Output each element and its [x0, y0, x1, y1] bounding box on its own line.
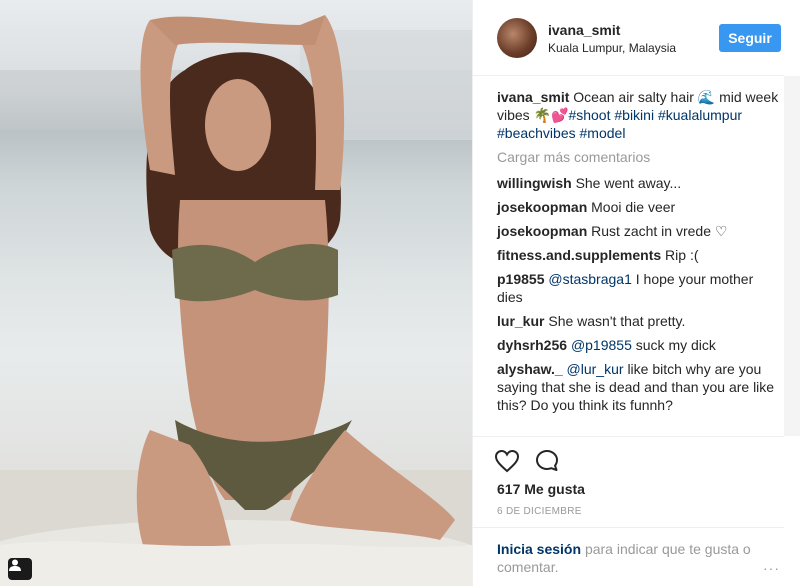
comment-text: Rust zacht in vrede ♡	[591, 223, 728, 239]
caption: ivana_smit Ocean air salty hair 🌊 mid we…	[497, 88, 781, 142]
heart-icon[interactable]	[493, 447, 521, 475]
header-location[interactable]: Kuala Lumpur, Malaysia	[548, 41, 676, 55]
comment-username[interactable]: alyshaw._	[497, 361, 563, 377]
caption-username[interactable]: ivana_smit	[497, 89, 569, 105]
comment-text: She went away...	[575, 175, 682, 191]
mention-link[interactable]: @stasbraga1	[548, 271, 631, 287]
mention-link[interactable]: @p19855	[571, 337, 632, 353]
avatar[interactable]	[497, 18, 537, 58]
comment-text: suck my dick	[635, 337, 716, 353]
list-item: josekoopman Rust zacht in vrede ♡	[497, 222, 781, 240]
comment-username[interactable]: lur_kur	[497, 313, 544, 329]
more-options-icon[interactable]: ···	[763, 560, 780, 576]
comment-username[interactable]: p19855	[497, 271, 544, 287]
post-side-panel: ivana_smit Kuala Lumpur, Malaysia Seguir…	[472, 0, 800, 586]
post-header: ivana_smit Kuala Lumpur, Malaysia Seguir	[473, 0, 784, 76]
post-date: 6 DE DICIEMBRE	[497, 506, 582, 517]
hashtag-link[interactable]: #shoot	[568, 107, 610, 123]
comment-username[interactable]: dyhsrh256	[497, 337, 567, 353]
hashtag-link[interactable]: #beachvibes	[497, 125, 576, 141]
login-prompt: Inicia sesión para indicar que te gusta …	[473, 527, 784, 576]
list-item: fitness.and.supplements Rip :(	[497, 246, 781, 264]
login-link[interactable]: Inicia sesión	[497, 541, 581, 557]
header-username[interactable]: ivana_smit	[548, 22, 620, 38]
photo-illustration	[0, 15, 472, 586]
list-item: alyshaw._ @lur_kur like bitch why are yo…	[497, 360, 781, 414]
hashtag-link[interactable]: #kualalumpur	[658, 107, 742, 123]
comment-text: Rip :(	[665, 247, 699, 263]
follow-button[interactable]: Seguir	[719, 24, 781, 52]
list-item: willingwish She went away...	[497, 174, 781, 192]
post-actions: 617 Me gusta 6 DE DICIEMBRE Inicia sesió…	[473, 436, 784, 586]
comment-username[interactable]: fitness.and.supplements	[497, 247, 661, 263]
post-photo[interactable]	[0, 0, 472, 586]
list-item: lur_kur She wasn't that pretty.	[497, 312, 781, 330]
hashtag-link[interactable]: #model	[580, 125, 626, 141]
comment-username[interactable]: willingwish	[497, 175, 572, 191]
list-item: josekoopman Mooi die veer	[497, 198, 781, 216]
login-text: Inicia sesión para indicar que te gusta …	[497, 540, 759, 576]
comment-username[interactable]: josekoopman	[497, 223, 587, 239]
comment-bubble-icon[interactable]	[533, 447, 561, 475]
list-item: p19855 @stasbraga1 I hope your mother di…	[497, 270, 781, 306]
comments-list: ivana_smit Ocean air salty hair 🌊 mid we…	[497, 88, 781, 420]
comment-username[interactable]: josekoopman	[497, 199, 587, 215]
user-tag-icon[interactable]	[8, 558, 32, 580]
list-item: dyhsrh256 @p19855 suck my dick	[497, 336, 781, 354]
comments-scrollbar[interactable]	[784, 76, 800, 436]
mention-link[interactable]: @lur_kur	[567, 361, 624, 377]
load-more-comments[interactable]: Cargar más comentarios	[497, 148, 781, 166]
hashtag-link[interactable]: #bikini	[614, 107, 654, 123]
comment-text: She wasn't that pretty.	[548, 313, 686, 329]
likes-count[interactable]: 617 Me gusta	[497, 481, 585, 497]
comment-text: Mooi die veer	[591, 199, 676, 215]
